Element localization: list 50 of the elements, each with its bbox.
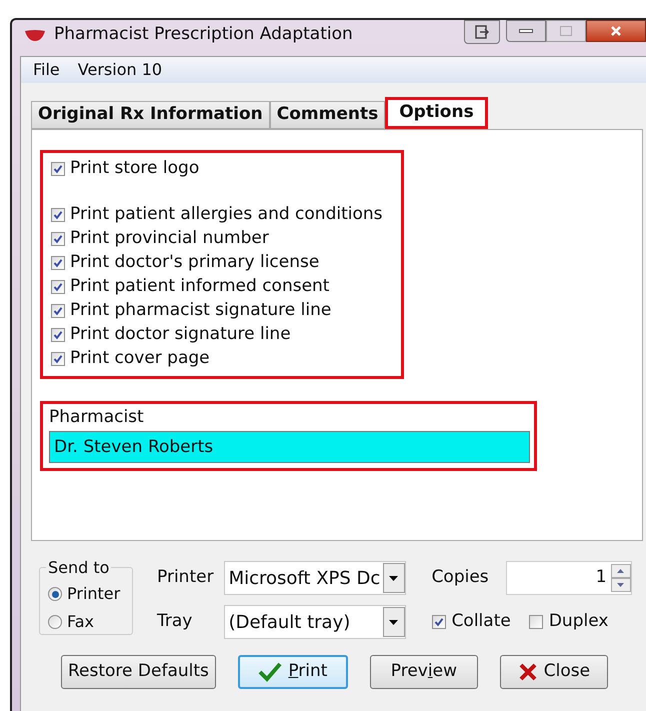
checkbox[interactable] (51, 232, 65, 246)
checkbox-label: Print doctor signature line (70, 323, 291, 346)
checkbox[interactable] (432, 615, 446, 629)
spin-up-icon[interactable] (610, 564, 631, 578)
menu-item[interactable]: Version 10 (78, 58, 162, 82)
close-icon (518, 662, 538, 682)
radio-button[interactable] (48, 615, 62, 629)
pharmacist-field[interactable]: Dr. Steven Roberts (49, 430, 530, 462)
checkbox-label: Print pharmacist signature line (70, 299, 332, 322)
radio-label: Fax (67, 611, 94, 633)
checkbox-label: Print provincial number (70, 227, 269, 250)
tray-dropdown[interactable]: (Default tray) (224, 605, 406, 639)
close-icon[interactable] (586, 20, 646, 42)
field-label: Tray (157, 610, 194, 634)
copies-spinner[interactable]: 1 (506, 561, 632, 595)
checkbox[interactable] (51, 256, 65, 270)
dialog-button[interactable]: Restore Defaults (61, 655, 216, 689)
dialog-button[interactable]: Print (238, 655, 348, 689)
check-icon (258, 662, 282, 682)
dialog-button[interactable]: Close (500, 655, 608, 689)
checkbox-label: Print cover page (70, 347, 210, 370)
checkbox[interactable] (51, 328, 65, 342)
spin-down-icon[interactable] (610, 578, 631, 592)
field-label: Printer (157, 566, 214, 590)
checkbox-label: Print patient allergies and conditions (70, 203, 382, 226)
checkbox[interactable] (51, 280, 65, 294)
tab[interactable]: Original Rx Information (31, 101, 270, 129)
radio-button[interactable] (48, 587, 62, 601)
tab[interactable]: Options (385, 97, 488, 129)
window-title: Pharmacist Prescription Adaptation (54, 23, 353, 46)
checkbox-label: Print doctor's primary license (70, 251, 320, 274)
field-label: Pharmacist (49, 406, 145, 429)
checkbox[interactable] (51, 352, 65, 366)
field-label: Copies (432, 566, 490, 590)
checkbox[interactable] (51, 304, 65, 318)
menu-item[interactable]: File (33, 58, 60, 82)
checkbox-label: Print store logo (70, 157, 200, 180)
dialog-button[interactable]: Preview (370, 655, 478, 689)
checkbox-label: Duplex (548, 610, 608, 634)
checkbox[interactable] (528, 615, 543, 629)
tab[interactable]: Comments (270, 101, 386, 129)
app-icon (24, 28, 46, 42)
restore-window-icon[interactable] (464, 20, 500, 44)
printer-dropdown[interactable]: Microsoft XPS Dc (224, 561, 406, 595)
checkbox[interactable] (51, 208, 65, 222)
minimize-icon[interactable] (506, 20, 546, 42)
checkbox[interactable] (51, 162, 65, 176)
radio-label: Printer (67, 583, 120, 605)
checkbox-label: Print patient informed consent (70, 275, 330, 298)
checkbox-label: Collate (452, 610, 511, 634)
